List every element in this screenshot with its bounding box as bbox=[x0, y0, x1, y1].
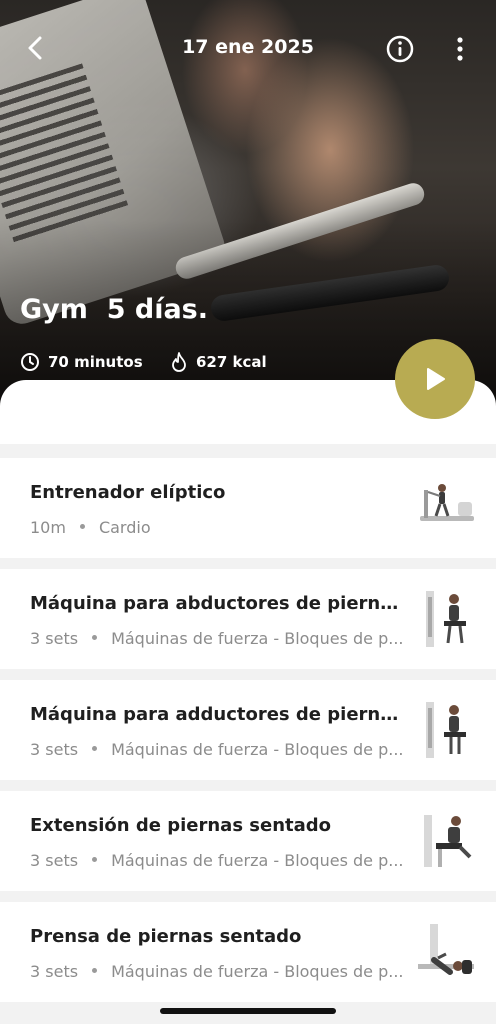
exercise-item[interactable]: Máquina para abductores de piernas s... … bbox=[0, 569, 496, 669]
exercise-detail: 3 sets bbox=[30, 629, 79, 648]
exercise-category: Cardio bbox=[98, 518, 151, 537]
separator-dot bbox=[79, 524, 85, 529]
page-title: 17 ene 2025 bbox=[182, 36, 314, 58]
workout-title: Gym 5 días. bbox=[20, 294, 209, 325]
exercise-detail: 3 sets bbox=[30, 851, 79, 870]
info-icon bbox=[386, 35, 414, 63]
exercise-name: Extensión de piernas sentado bbox=[30, 815, 332, 836]
exercise-name: Máquina para adductores de piernas s... bbox=[30, 704, 410, 725]
more-options-button[interactable] bbox=[446, 33, 474, 65]
clock-icon bbox=[21, 353, 39, 371]
exercise-item[interactable]: Prensa de piernas sentado 3 sets Máquinas… bbox=[0, 902, 496, 1002]
exercise-list: Entrenador elíptico 10m Cardio Máquina pa… bbox=[0, 458, 496, 1013]
elliptical-trainer-icon bbox=[420, 484, 474, 521]
exercise-detail: 10m bbox=[30, 518, 66, 537]
separator-dot bbox=[92, 746, 98, 751]
exercise-item[interactable]: Extensión de piernas sentado 3 sets Máqui… bbox=[0, 791, 496, 891]
hip-adductor-machine-icon bbox=[426, 702, 466, 758]
exercise-meta: 3 sets Máquinas de fuerza - Bloques de p.… bbox=[30, 851, 408, 870]
exercise-category: Máquinas de fuerza - Bloques de p... bbox=[111, 962, 404, 981]
exercise-meta: 10m Cardio bbox=[30, 518, 408, 537]
workout-duration: 70 minutos bbox=[20, 352, 143, 372]
leg-press-machine-icon bbox=[418, 924, 474, 975]
exercise-detail: 3 sets bbox=[30, 740, 79, 759]
exercise-name: Prensa de piernas sentado bbox=[30, 926, 302, 947]
start-workout-button[interactable] bbox=[395, 339, 475, 419]
flame-icon bbox=[172, 352, 186, 372]
exercise-category: Máquinas de fuerza - Bloques de p... bbox=[111, 740, 404, 759]
exercise-meta: 3 sets Máquinas de fuerza - Bloques de p.… bbox=[30, 740, 408, 759]
home-indicator[interactable] bbox=[160, 1008, 336, 1014]
exercise-item[interactable]: Entrenador elíptico 10m Cardio bbox=[0, 458, 496, 558]
exercise-meta: 3 sets Máquinas de fuerza - Bloques de p.… bbox=[30, 962, 408, 981]
exercise-detail: 3 sets bbox=[30, 962, 79, 981]
exercise-meta: 3 sets Máquinas de fuerza - Bloques de p.… bbox=[30, 629, 408, 648]
top-bar: 17 ene 2025 bbox=[0, 0, 496, 100]
calories-label: 627 kcal bbox=[196, 353, 267, 371]
separator-dot bbox=[92, 857, 98, 862]
workout-calories: 627 kcal bbox=[170, 352, 267, 372]
separator-dot bbox=[92, 968, 98, 973]
duration-label: 70 minutos bbox=[48, 353, 143, 371]
exercise-category: Máquinas de fuerza - Bloques de p... bbox=[111, 629, 404, 648]
exercise-category: Máquinas de fuerza - Bloques de p... bbox=[111, 851, 404, 870]
leg-extension-machine-icon bbox=[424, 815, 472, 867]
exercise-name: Máquina para abductores de piernas s... bbox=[30, 593, 410, 614]
more-vertical-icon bbox=[457, 37, 463, 61]
hip-abductor-machine-icon bbox=[426, 591, 466, 647]
exercise-item[interactable]: Máquina para adductores de piernas s... … bbox=[0, 680, 496, 780]
play-icon bbox=[427, 368, 445, 390]
separator-dot bbox=[92, 635, 98, 640]
exercise-name: Entrenador elíptico bbox=[30, 482, 226, 503]
info-button[interactable] bbox=[384, 33, 416, 65]
